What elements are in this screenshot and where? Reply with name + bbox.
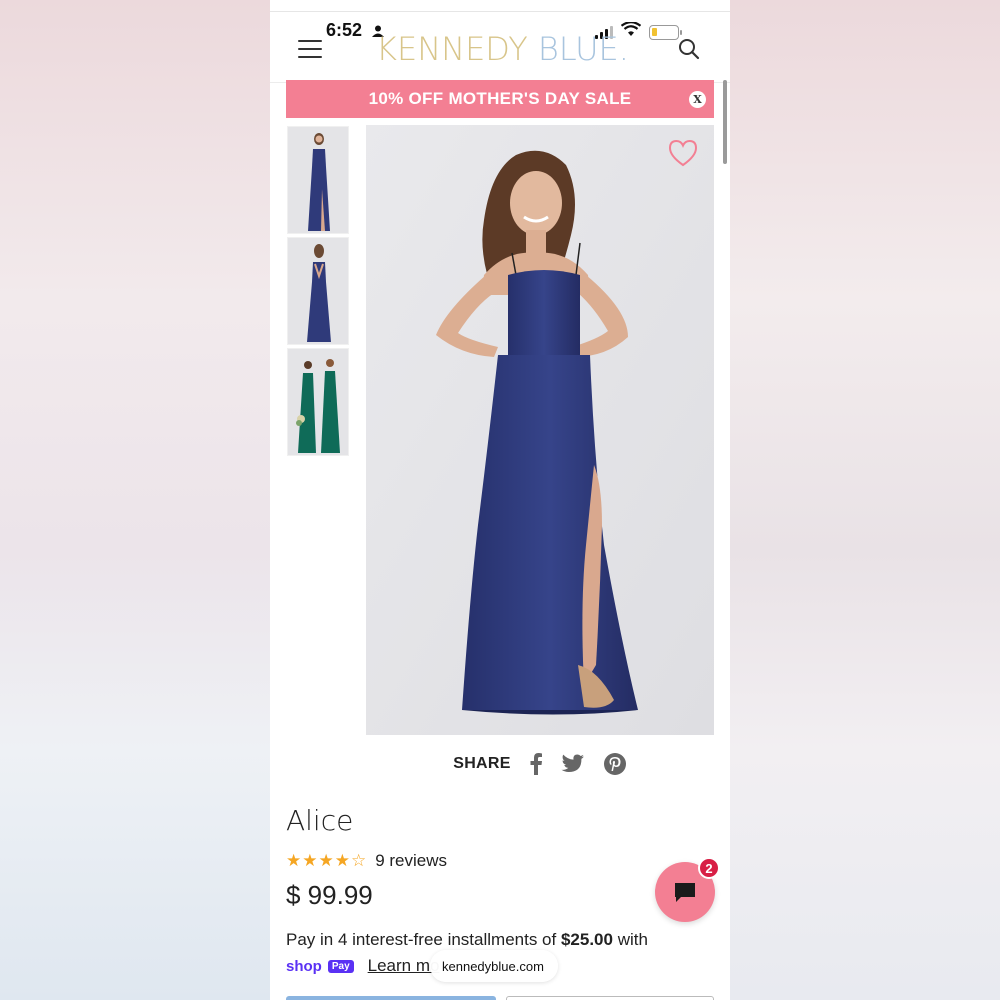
chat-icon xyxy=(675,883,695,902)
shop-pay-logo-word: shop xyxy=(286,957,322,975)
thumbnail-back-view[interactable] xyxy=(287,237,349,345)
installments-text: Pay in 4 interest-free installments of $… xyxy=(286,930,648,950)
installments-suffix: with xyxy=(612,930,648,949)
shop-pay-row: shop Pay Learn mo xyxy=(286,956,439,976)
blurred-background-left xyxy=(0,0,270,1000)
reviews-link[interactable]: 9 reviews xyxy=(375,851,447,871)
pinterest-icon[interactable] xyxy=(603,752,627,776)
installment-amount: $25.00 xyxy=(560,930,613,949)
scrollbar[interactable] xyxy=(723,80,727,164)
browser-url-bar[interactable]: kennedyblue.com xyxy=(430,950,558,982)
search-icon[interactable] xyxy=(678,38,700,65)
blurred-background-right xyxy=(730,0,1000,1000)
star-rating-icon: ★★★★☆ xyxy=(286,851,368,870)
top-nav-strip xyxy=(270,0,730,12)
facebook-icon[interactable] xyxy=(529,753,543,775)
phone-screen: 6:52 KENNEDY BLUE. 10% OFF MOTHER'S DAY … xyxy=(270,0,730,1000)
logo-word-kennedy: KENNEDY xyxy=(376,30,528,68)
share-row: SHARE xyxy=(270,752,730,776)
thumbnail-front-view[interactable] xyxy=(287,126,349,234)
share-label: SHARE xyxy=(453,755,511,772)
wishlist-heart-icon[interactable] xyxy=(668,139,698,172)
battery-icon xyxy=(649,24,682,40)
learn-more-link[interactable]: Learn mo xyxy=(368,956,440,976)
menu-icon[interactable] xyxy=(298,40,322,64)
promo-banner[interactable]: 10% OFF MOTHER'S DAY SALE X xyxy=(286,80,714,118)
installments-prefix: Pay in 4 interest-free installments of xyxy=(286,930,561,949)
shop-pay-chip: Pay xyxy=(327,959,354,973)
twitter-icon[interactable] xyxy=(561,754,585,774)
chat-notification-badge: 2 xyxy=(698,857,720,879)
close-banner-button[interactable]: X xyxy=(689,91,706,108)
main-product-photo[interactable] xyxy=(366,125,714,735)
brand-logo[interactable]: KENNEDY BLUE. xyxy=(376,30,629,68)
thumbnail-green-dresses[interactable] xyxy=(287,348,349,456)
product-name: Alice xyxy=(286,804,354,837)
status-time: 6:52 xyxy=(326,20,363,40)
url-text: kennedyblue.com xyxy=(442,958,544,974)
logo-word-blue: BLUE. xyxy=(537,30,629,68)
secondary-button-partial[interactable] xyxy=(506,996,714,1000)
rating-row[interactable]: ★★★★☆ 9 reviews xyxy=(286,851,447,871)
promo-banner-text: 10% OFF MOTHER'S DAY SALE xyxy=(368,89,632,108)
product-price: $ 99.99 xyxy=(286,880,373,910)
add-to-cart-button-partial[interactable] xyxy=(286,996,496,1000)
